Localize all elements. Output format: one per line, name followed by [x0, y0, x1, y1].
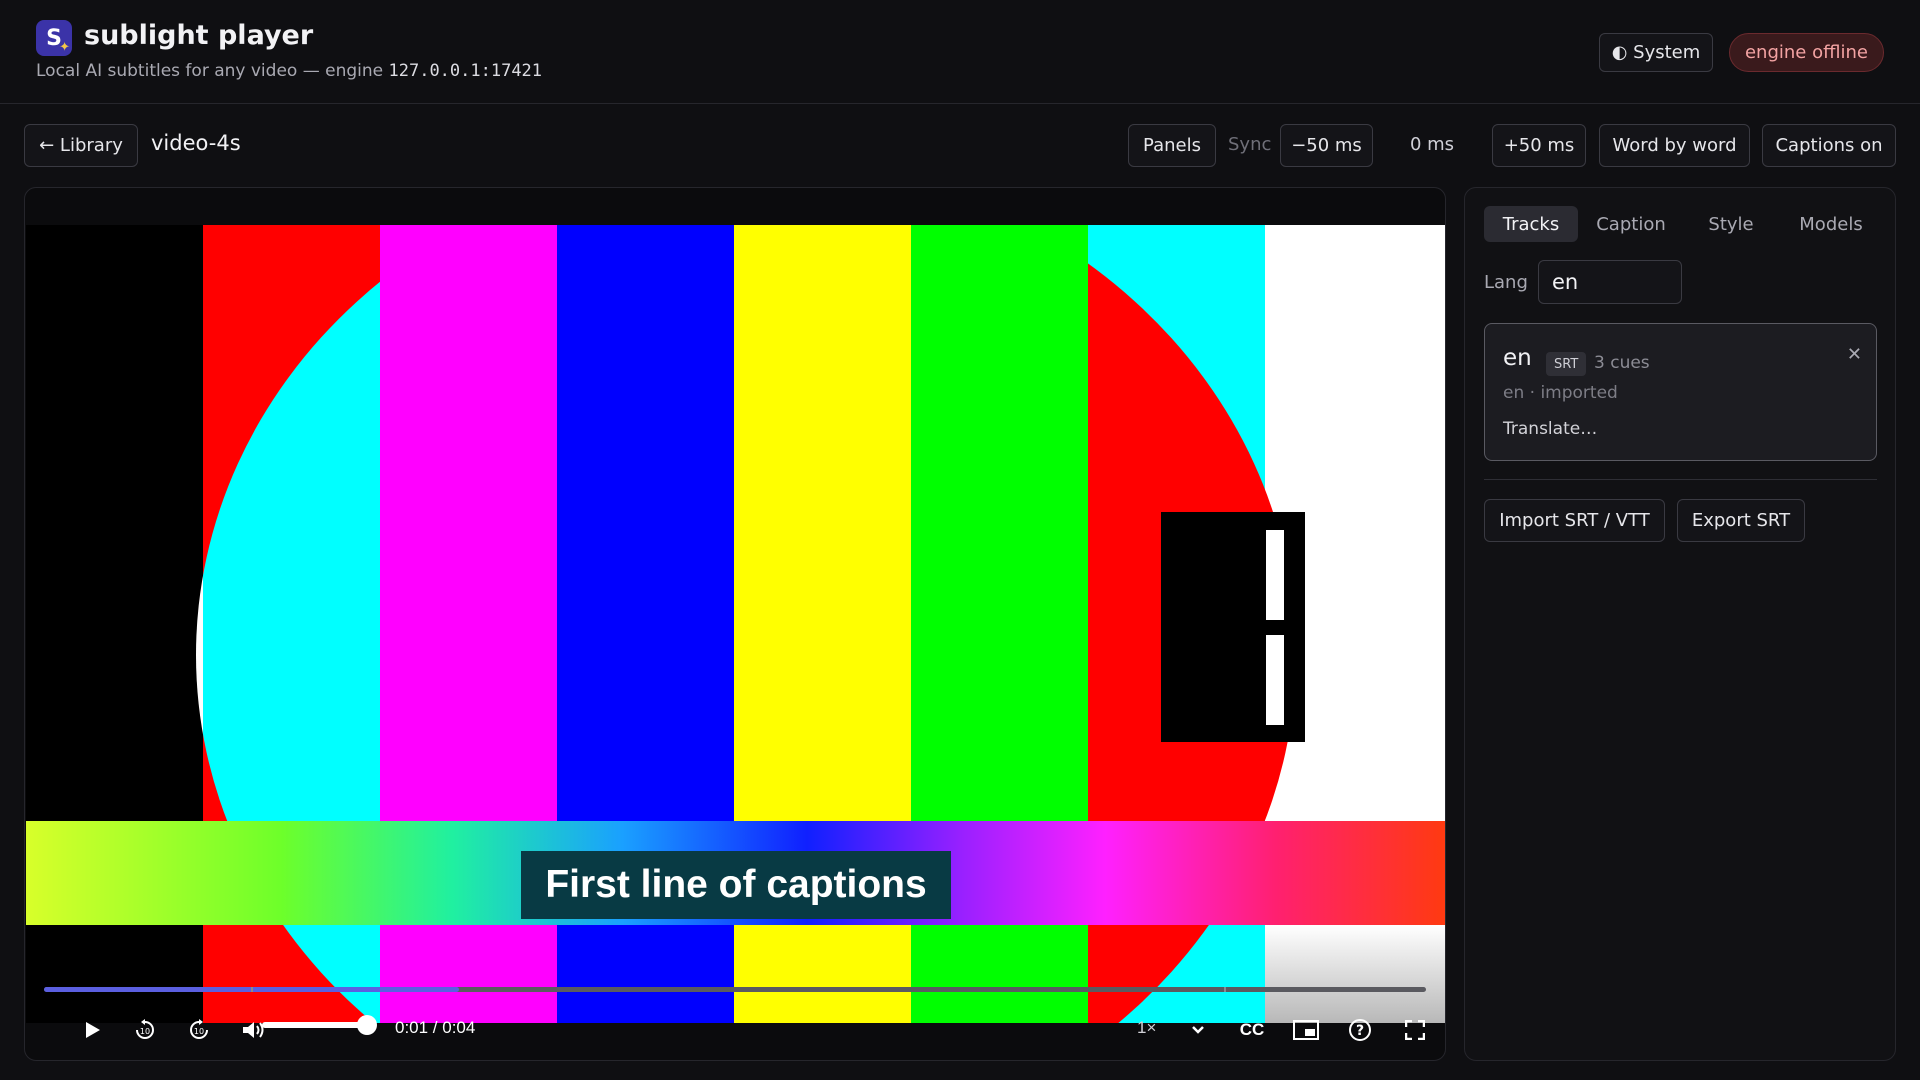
cue-marker: [1224, 987, 1226, 992]
help-icon: ?: [1349, 1019, 1371, 1041]
speed-dropdown-button[interactable]: [1176, 1008, 1220, 1052]
svg-text:10: 10: [140, 1027, 150, 1036]
help-button[interactable]: ?: [1338, 1008, 1382, 1052]
cc-button[interactable]: CC: [1230, 1008, 1274, 1052]
rewind-10-button[interactable]: 10: [123, 1008, 167, 1052]
import-srt-vtt-button[interactable]: Import SRT / VTT: [1484, 499, 1665, 542]
side-panel: Tracks Caption Style Models Lang en SRT …: [1464, 187, 1896, 1061]
panels-button[interactable]: Panels: [1128, 124, 1216, 167]
lang-input[interactable]: [1538, 260, 1682, 304]
sync-minus-button[interactable]: −50 ms: [1280, 124, 1373, 167]
app-subtitle: Local AI subtitles for any video — engin…: [36, 61, 543, 81]
playback-speed[interactable]: 1×: [1137, 1018, 1156, 1038]
track-language: en: [1503, 345, 1532, 371]
divider: [1484, 479, 1877, 480]
video-player: First line of captions 10 10 0:01 / 0:04: [24, 187, 1446, 1061]
subtitle-track-card[interactable]: en SRT 3 cues en · imported Translate… ✕: [1484, 323, 1877, 461]
play-button[interactable]: [70, 1008, 114, 1052]
theme-toggle-button[interactable]: ◐ System: [1599, 33, 1713, 72]
picture-in-picture-button[interactable]: [1284, 1008, 1328, 1052]
side-tabs: Tracks Caption Style Models: [1484, 206, 1877, 244]
svg-text:?: ?: [1356, 1023, 1364, 1039]
word-by-word-button[interactable]: Word by word: [1599, 124, 1750, 167]
captions-toggle-button[interactable]: Captions on: [1762, 124, 1896, 167]
sparkle-icon: ✦: [59, 40, 70, 55]
mute-button[interactable]: [231, 1008, 275, 1052]
app-title: sublight player: [84, 20, 314, 51]
volume-slider[interactable]: [262, 1015, 377, 1035]
sync-label: Sync: [1228, 134, 1272, 155]
translate-link[interactable]: Translate…: [1503, 419, 1597, 439]
cue-marker: [251, 987, 253, 992]
back-to-library-button[interactable]: ← Library: [24, 124, 138, 167]
tab-tracks[interactable]: Tracks: [1484, 206, 1578, 242]
sync-offset-value: 0 ms: [1409, 134, 1455, 155]
track-cue-count: 3 cues: [1594, 353, 1650, 373]
close-icon[interactable]: ✕: [1847, 344, 1862, 365]
chevron-down-icon: [1192, 1026, 1204, 1034]
track-meta: en · imported: [1503, 383, 1618, 403]
rewind-10-icon: 10: [136, 1019, 154, 1039]
tab-caption[interactable]: Caption: [1584, 206, 1678, 242]
sync-plus-button[interactable]: +50 ms: [1492, 124, 1586, 167]
seek-bar[interactable]: [44, 987, 1426, 992]
svg-text:10: 10: [194, 1027, 204, 1036]
fullscreen-button[interactable]: [1393, 1008, 1437, 1052]
app-logo: S ✦: [36, 20, 72, 56]
export-srt-button[interactable]: Export SRT: [1677, 499, 1805, 542]
lang-label: Lang: [1484, 272, 1528, 293]
video-title: video-4s: [151, 131, 241, 155]
tab-style[interactable]: Style: [1684, 206, 1778, 242]
volume-slider-handle[interactable]: [357, 1015, 377, 1035]
app-header: S ✦ sublight player Local AI subtitles f…: [0, 0, 1920, 104]
play-icon: [86, 1022, 100, 1038]
track-format-badge: SRT: [1546, 352, 1587, 376]
volume-icon: [243, 1022, 264, 1038]
forward-10-icon: 10: [190, 1019, 208, 1039]
engine-address: 127.0.0.1:17421: [388, 61, 543, 81]
fullscreen-icon: [1405, 1020, 1425, 1040]
video-frame[interactable]: First line of captions: [26, 225, 1445, 1023]
tab-models[interactable]: Models: [1784, 206, 1878, 242]
caption-overlay: First line of captions: [521, 851, 951, 919]
engine-status-badge: engine offline: [1729, 33, 1884, 72]
time-display: 0:01 / 0:04: [395, 1018, 476, 1037]
forward-10-button[interactable]: 10: [177, 1008, 221, 1052]
picture-in-picture-icon: [1293, 1020, 1319, 1040]
